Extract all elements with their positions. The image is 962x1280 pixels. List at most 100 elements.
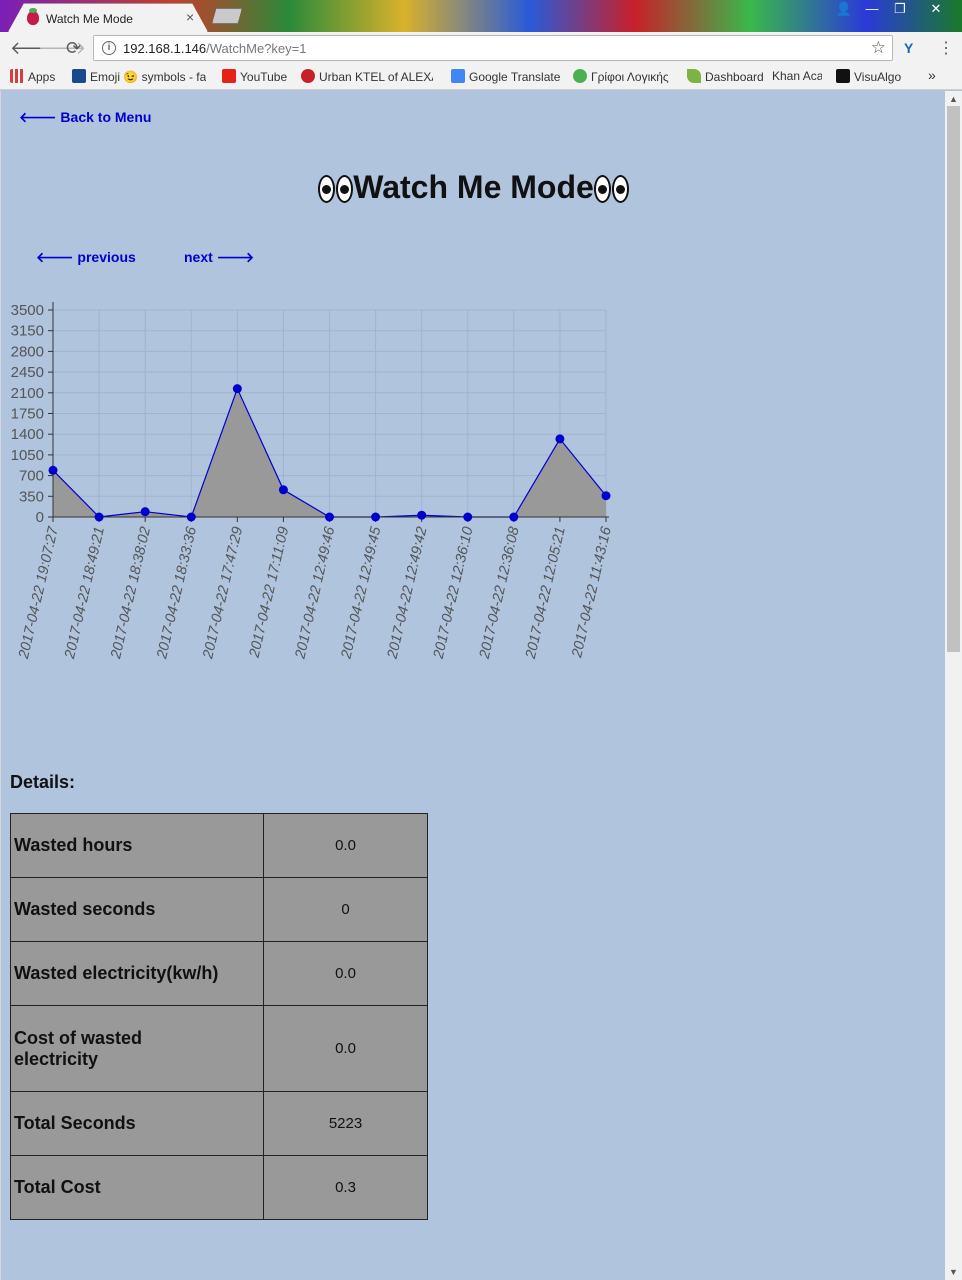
detail-key: Cost of wasted electricity	[10, 1005, 264, 1092]
data-point	[463, 512, 473, 522]
info-icon[interactable]: i	[102, 41, 116, 55]
y-tick-label: 0	[36, 509, 44, 526]
x-tick-label: 2017-04-22 12:05:21	[523, 525, 569, 661]
details-heading: Details:	[10, 772, 76, 792]
scroll-down-icon[interactable]: ▼	[949, 1267, 958, 1277]
detail-key: Total Cost	[10, 1155, 264, 1220]
data-point	[94, 512, 104, 522]
scroll-up-icon[interactable]: ▲	[949, 94, 958, 104]
y-tick-label: 2800	[11, 343, 44, 360]
bookmarks-more-icon[interactable]: »	[928, 67, 936, 83]
bookmark-apps[interactable]: Apps	[10, 69, 55, 84]
bookmark-dashboard[interactable]: Dashboard	[687, 69, 764, 84]
chart-svg: 0 350 700 1050 1400 1750 2100 2450 2800 3150 3500 2…	[11, 302, 615, 661]
x-tick-label: 2017-04-22 12:36:10	[431, 525, 477, 661]
y-tick-label: 3500	[11, 302, 44, 319]
bookmark-translate[interactable]: Google Translate	[451, 69, 560, 84]
previous-link[interactable]: 🡐 previous	[36, 249, 136, 266]
x-tick-label: 2017-04-22 17:11:09	[246, 525, 292, 660]
table-row: Wasted hours 0.0	[10, 813, 428, 878]
tab-close-icon[interactable]: ×	[186, 9, 194, 25]
detail-value: 0.0	[263, 1005, 428, 1092]
eyes-icon	[317, 174, 353, 211]
x-tick-label: 2017-04-22 18:49:21	[62, 525, 108, 661]
bookmark-ktel[interactable]: Urban KTEL of ALEXA	[301, 69, 433, 84]
details-table: Wasted hours 0.0 Wasted seconds 0 Wasted…	[10, 813, 428, 1220]
extension-icon[interactable]: Y	[904, 40, 913, 56]
y-tick-label: 2450	[11, 364, 44, 381]
reload-icon[interactable]: ⟳	[66, 38, 81, 58]
table-row: Wasted seconds 0	[10, 877, 428, 942]
ktel-icon	[301, 69, 315, 83]
eyes-icon	[594, 174, 630, 211]
close-window-icon[interactable]: ✕	[914, 0, 958, 20]
y-tick-label: 1750	[11, 406, 44, 423]
bookmark-emoji[interactable]: Emoji 😉 symbols - fa	[72, 69, 206, 84]
vertical-scrollbar[interactable]: ▲ ▼	[945, 91, 962, 1280]
data-point	[325, 512, 334, 522]
bookmark-youtube[interactable]: YouTube	[222, 69, 287, 84]
data-point	[417, 510, 427, 520]
apps-grid-icon	[10, 69, 24, 83]
url-text: 192.168.1.146/WatchMe?key=1	[123, 41, 307, 56]
detail-value: 5223	[263, 1091, 428, 1156]
data-point	[278, 485, 288, 495]
address-bar[interactable]: i 192.168.1.146/WatchMe?key=1 ☆	[93, 35, 893, 61]
detail-value: 0.0	[263, 813, 428, 878]
youtube-icon	[222, 69, 236, 83]
translate-icon	[451, 69, 465, 83]
profile-icon[interactable]: 👤	[830, 0, 858, 20]
new-tab-button[interactable]	[212, 8, 242, 24]
bookmark-khan[interactable]: Khan Aca	[772, 69, 822, 83]
data-point	[186, 512, 196, 522]
back-to-menu-link[interactable]: 🡐 Back to Menu	[19, 109, 151, 126]
table-row: Wasted electricity(kw/h) 0.0	[10, 941, 428, 1006]
activity-chart: 0 350 700 1050 1400 1750 2100 2450 2800 3150 3500 2…	[1, 291, 621, 691]
x-tick-label: 2017-04-22 12:36:08	[477, 525, 523, 661]
browser-tab[interactable]: Watch Me Mode ×	[8, 3, 208, 32]
y-tick-label: 1050	[11, 447, 44, 464]
y-tick-label: 2100	[11, 385, 44, 402]
data-point	[509, 512, 519, 522]
page-title: Watch Me Mode	[1, 169, 946, 211]
puzzle-icon	[573, 69, 587, 83]
browser-toolbar: 🡐 🡒 ⟳ i 192.168.1.146/WatchMe?key=1 ☆ Y …	[0, 32, 962, 64]
heart-icon	[72, 69, 86, 83]
bookmark-star-icon[interactable]: ☆	[871, 38, 886, 58]
detail-key: Wasted hours	[10, 813, 264, 878]
scroll-thumb[interactable]	[947, 106, 960, 652]
y-tick-label: 1400	[11, 426, 44, 443]
y-tick-label: 700	[19, 468, 44, 485]
x-tick-label: 2017-04-22 11:43:16	[569, 524, 615, 660]
next-link[interactable]: next 🡒	[184, 249, 254, 266]
window-controls: 👤 — ❐ ✕	[830, 0, 958, 20]
window-titlebar: Watch Me Mode × 👤 — ❐ ✕	[0, 0, 962, 32]
leaf-icon	[687, 69, 701, 83]
data-point	[601, 491, 611, 501]
visualgo-icon	[836, 69, 850, 83]
detail-key: Wasted electricity(kw/h)	[10, 941, 264, 1006]
data-point	[371, 512, 381, 522]
detail-key: Wasted seconds	[10, 877, 264, 942]
x-tick-label: 2017-04-22 18:33:36	[154, 524, 200, 661]
table-row: Total Seconds 5223	[10, 1091, 428, 1156]
x-tick-label: 2017-04-22 18:38:02	[108, 525, 154, 661]
x-tick-label: 2017-04-22 12:49:45	[338, 524, 384, 661]
bookmark-puzzles[interactable]: Γρίφοι Λογικής	[573, 69, 669, 84]
data-point	[555, 434, 565, 444]
restore-icon[interactable]: ❐	[886, 0, 914, 20]
x-tick-label: 2017-04-22 19:07:27	[16, 524, 62, 661]
y-tick-label: 350	[19, 488, 44, 505]
x-tick-label: 2017-04-22 17:47:29	[200, 525, 246, 661]
x-tick-label: 2017-04-22 12:49:46	[292, 524, 338, 661]
detail-key: Total Seconds	[10, 1091, 264, 1156]
data-point	[48, 465, 58, 475]
minimize-icon[interactable]: —	[858, 0, 886, 20]
detail-value: 0.3	[263, 1155, 428, 1220]
browser-menu-icon[interactable]: ⋮	[938, 38, 954, 58]
bookmark-visualgo[interactable]: VisuAlgo	[836, 69, 901, 84]
y-tick-label: 3150	[11, 323, 44, 340]
raspberry-icon	[27, 8, 39, 25]
bookmarks-bar: Apps Emoji 😉 symbols - fa YouTube Urban …	[0, 64, 962, 90]
x-tick-label: 2017-04-22 12:49:42	[384, 525, 430, 661]
